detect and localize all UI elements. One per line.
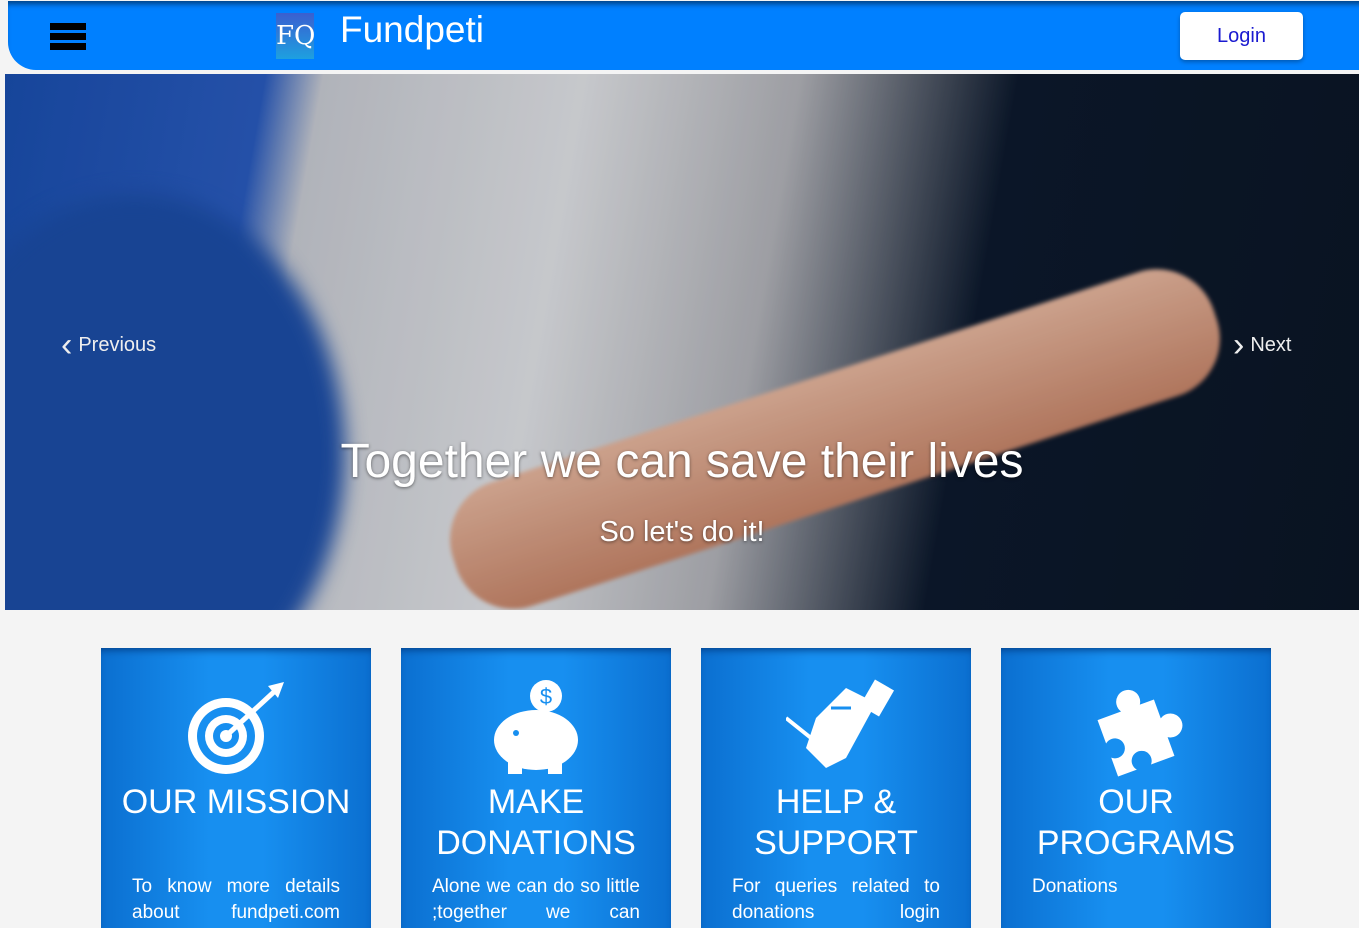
- card-our-mission[interactable]: OUR MISSION To know more details about f…: [101, 648, 371, 928]
- svg-text:$: $: [540, 684, 552, 709]
- hero-carousel: ‹ Previous › Next Together we can save the…: [5, 74, 1359, 610]
- card-make-donations[interactable]: $ MAKE DONATIONS Alone we can do so litt…: [401, 648, 671, 928]
- card-title: HELP & SUPPORT: [754, 783, 918, 862]
- navbar: FQ Fundpeti Login: [8, 1, 1359, 70]
- piggy-bank-icon: $: [494, 680, 578, 774]
- carousel-title: Together we can save their lives: [340, 435, 1024, 488]
- handshake-icon: [786, 679, 895, 768]
- card-title: MAKE DONATIONS: [436, 783, 636, 862]
- card-text: For queries related to donations login: [732, 876, 940, 923]
- next-label: Next: [1250, 333, 1292, 356]
- chevron-right-icon: ›: [1233, 326, 1245, 364]
- brand-name[interactable]: Fundpeti: [340, 9, 484, 51]
- prev-label: Previous: [78, 333, 157, 356]
- carousel-next-button[interactable]: › Next: [1227, 326, 1291, 365]
- card-text: Donations: [1032, 876, 1118, 897]
- card-help-support[interactable]: HELP & SUPPORT For queries related to do…: [701, 648, 971, 928]
- target-icon: [188, 682, 284, 774]
- card-text: Alone we can do so little ;together we c…: [432, 876, 640, 923]
- card-our-programs[interactable]: OUR PROGRAMS Donations: [1001, 648, 1271, 928]
- carousel-prev-button[interactable]: ‹ Previous: [55, 326, 156, 365]
- puzzle-icon: [1097, 689, 1183, 777]
- card-title: OUR MISSION: [121, 783, 351, 821]
- card-text: To know more details about fundpeti.com: [132, 876, 340, 923]
- logo[interactable]: FQ: [276, 13, 315, 59]
- carousel-subtitle: So let's do it!: [599, 516, 765, 548]
- login-button[interactable]: Login: [1180, 12, 1303, 60]
- chevron-left-icon: ‹: [61, 326, 73, 364]
- card-title: OUR PROGRAMS: [1036, 783, 1236, 862]
- menu-icon[interactable]: [50, 23, 86, 53]
